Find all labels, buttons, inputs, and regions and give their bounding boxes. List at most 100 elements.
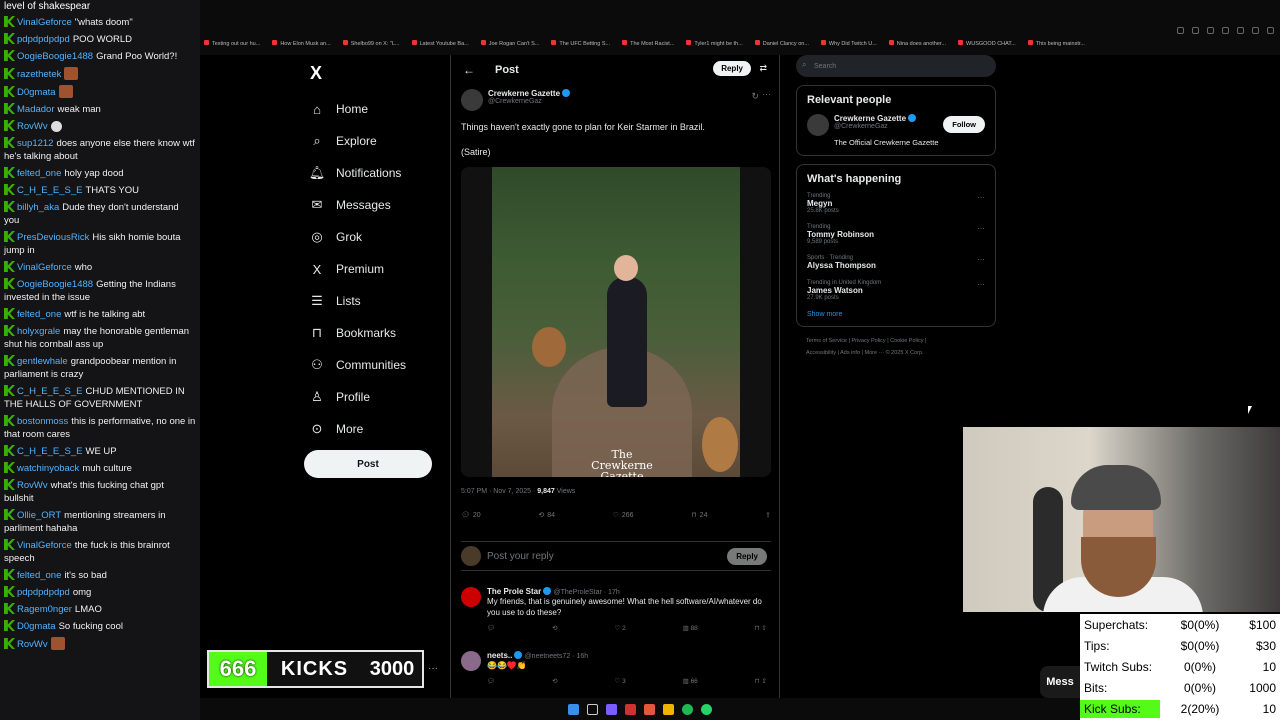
messages-drawer-tab[interactable]: Mess xyxy=(1040,666,1080,698)
chat-username[interactable]: RovWv xyxy=(17,121,48,132)
chat-username[interactable]: RovWv xyxy=(17,639,48,650)
chat-username[interactable]: VinalGeforce xyxy=(17,540,72,551)
back-arrow-icon[interactable]: ← xyxy=(463,63,475,77)
play-icon[interactable] xyxy=(1237,26,1244,34)
repost-icon[interactable]: ⟲ xyxy=(552,624,557,632)
chat-username[interactable]: Ollie_ORT xyxy=(17,510,61,521)
more-options-icon[interactable]: ··· xyxy=(977,193,985,202)
post-button[interactable]: Post xyxy=(304,450,432,478)
reply-input[interactable]: Post your reply xyxy=(487,551,554,562)
avatar[interactable] xyxy=(461,89,483,111)
comment-author[interactable]: The Prole Star xyxy=(487,587,541,596)
post-author[interactable]: Crewkerne Gazette @CrewkerneGaz xyxy=(461,89,571,111)
spotify-icon[interactable] xyxy=(682,703,693,715)
obs-icon[interactable] xyxy=(625,703,636,715)
views-action[interactable]: ▥ 66 xyxy=(683,677,698,685)
search-input[interactable]: ⌕ Search xyxy=(796,55,996,77)
reply-button[interactable]: Reply xyxy=(713,61,751,76)
nav-item-profile[interactable]: ♙ Profile xyxy=(308,381,448,413)
extension-icon[interactable] xyxy=(1192,26,1199,34)
bookmark-item[interactable]: Tyler1 might be th... xyxy=(686,40,743,47)
more-options-icon[interactable]: ··· xyxy=(977,280,985,289)
reply-icon[interactable]: 💬︎ xyxy=(487,677,495,685)
chat-username[interactable]: pdpdpdpdpd xyxy=(17,587,70,598)
chat-username[interactable]: C_H_E_E_S_E xyxy=(17,446,82,457)
nav-item-bookmarks[interactable]: ⊓ Bookmarks xyxy=(308,317,448,349)
repost-action[interactable]: ⟲ 84 xyxy=(538,511,555,520)
chat-username[interactable]: billyh_aka xyxy=(17,202,59,213)
comment[interactable]: neets.. @neetneets72 · 16h 😂😂♥️👏 💬︎ ⟲ ♡ … xyxy=(461,651,771,685)
bookmark-item[interactable]: The Most Racist... xyxy=(622,40,674,47)
chat-username[interactable]: holyxgrale xyxy=(17,326,60,337)
more-options-icon[interactable]: ··· xyxy=(428,663,438,674)
chat-username[interactable]: C_H_E_E_S_E xyxy=(17,185,82,196)
avatar[interactable] xyxy=(461,651,481,671)
windows-start-icon[interactable] xyxy=(568,703,579,715)
chat-username[interactable]: gentlewhale xyxy=(17,356,68,367)
chat-username[interactable]: felted_one xyxy=(17,309,61,320)
bookmark-icon[interactable]: ⊓ ⇪ xyxy=(755,624,767,632)
bookmark-item[interactable]: How Elon Musk an... xyxy=(272,40,331,47)
reply-action[interactable]: 💬︎ 20 xyxy=(461,511,481,520)
avatar[interactable] xyxy=(461,587,481,607)
bookmark-item[interactable]: Latest Youtube Ba... xyxy=(411,40,469,47)
chat-username[interactable]: C_H_E_E_S_E xyxy=(17,386,82,397)
like-action[interactable]: ♡ 2 xyxy=(614,624,625,632)
chat-username[interactable]: VinalGeforce xyxy=(17,262,72,273)
nav-item-lists[interactable]: ☰ Lists xyxy=(308,285,448,317)
nav-item-messages[interactable]: ✉ Messages xyxy=(308,189,448,221)
bookmark-item[interactable]: Nina does another... xyxy=(888,40,946,47)
chat-username[interactable]: felted_one xyxy=(17,168,61,179)
chat-username[interactable]: D0gmata xyxy=(17,87,56,98)
video-frame[interactable]: The Crewkerne Gazette xyxy=(492,167,740,477)
browser-icon[interactable] xyxy=(644,703,655,715)
trend-item[interactable]: Trending Megyn 25.8K posts ··· xyxy=(807,193,985,214)
nav-item-grok[interactable]: ◎ Grok xyxy=(308,221,448,253)
like-action[interactable]: ♡ 266 xyxy=(613,511,634,520)
comment-author[interactable]: neets.. xyxy=(487,651,512,660)
bookmark-item[interactable]: This being mainstr... xyxy=(1027,40,1085,47)
bookmark-item[interactable]: Daniel Clancy on... xyxy=(754,40,809,47)
bookmark-item[interactable]: Joe Rogan Can't S... xyxy=(480,40,539,47)
repost-icon[interactable]: ⟲ xyxy=(552,677,557,685)
reply-icon[interactable]: 💬︎ xyxy=(487,624,495,632)
comment[interactable]: The Prole Star @TheProleStar · 17h My fr… xyxy=(461,587,771,632)
relevant-person[interactable]: Crewkerne Gazette @CrewkerneGaz Follow xyxy=(807,114,985,136)
grok-icon[interactable]: ↻ xyxy=(751,91,759,102)
author-name[interactable]: Crewkerne Gazette xyxy=(488,89,560,98)
views-action[interactable]: ▥ 88 xyxy=(683,624,698,632)
nav-item-communities[interactable]: ⚇ Communities xyxy=(308,349,448,381)
bookmark-item[interactable]: Shelbo99 on X: "L... xyxy=(342,40,400,47)
chat-username[interactable]: pdpdpdpdpd xyxy=(17,34,70,45)
more-options-icon[interactable]: ··· xyxy=(977,255,985,264)
like-action[interactable]: ♡ 3 xyxy=(614,677,625,685)
nav-item-premium[interactable]: X Premium xyxy=(308,253,448,285)
author-handle[interactable]: @CrewkerneGaz xyxy=(488,98,570,105)
chat-username[interactable]: Madador xyxy=(17,104,55,115)
more-options-icon[interactable]: ··· xyxy=(762,89,771,99)
chat-username[interactable]: D0gmata xyxy=(17,621,56,632)
reply-submit-button[interactable]: Reply xyxy=(727,547,767,565)
chat-username[interactable]: RovWv xyxy=(17,480,48,491)
extension-icon[interactable] xyxy=(1207,26,1214,34)
chat-username[interactable]: sup1212 xyxy=(17,138,53,149)
search-icon[interactable] xyxy=(587,703,598,715)
share-action[interactable]: ⇪ xyxy=(765,511,771,519)
trend-item[interactable]: Sports · Trending Alyssa Thompson ··· xyxy=(807,255,985,270)
bookmark-item[interactable]: The UFC Betting S... xyxy=(551,40,610,47)
chat-username[interactable]: bostonmoss xyxy=(17,416,68,427)
show-more-link[interactable]: Show more xyxy=(807,311,985,318)
more-options-icon[interactable]: ··· xyxy=(977,224,985,233)
nav-item-home[interactable]: ⌂ Home xyxy=(308,93,448,125)
trend-item[interactable]: Trending Tommy Robinson 9,589 posts ··· xyxy=(807,224,985,245)
avatar[interactable] xyxy=(807,114,829,136)
bookmark-action[interactable]: ⊓ 24 xyxy=(691,511,707,520)
chat-username[interactable]: Ragem0nger xyxy=(17,604,72,615)
zoom-icon[interactable] xyxy=(1177,26,1184,34)
chat-username[interactable]: felted_one xyxy=(17,570,61,581)
bookmark-item[interactable]: Why Did Twitch U... xyxy=(820,40,877,47)
bookmark-icon[interactable]: ⊓ ⇪ xyxy=(755,677,767,685)
chat-username[interactable]: razethetek xyxy=(17,69,61,80)
chat-username[interactable]: watchinyoback xyxy=(17,463,79,474)
discord-icon[interactable] xyxy=(606,703,617,715)
